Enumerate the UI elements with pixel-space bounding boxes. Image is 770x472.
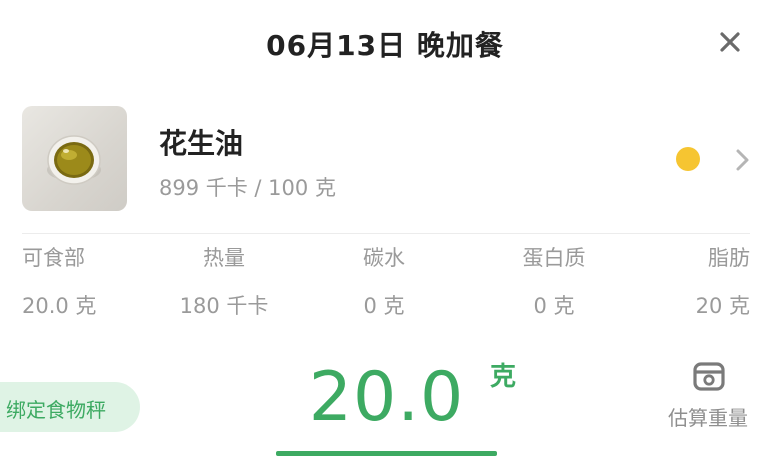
close-icon <box>720 32 740 52</box>
bind-food-scale-button[interactable]: 绑定食物秤 <box>0 382 140 432</box>
status-dot <box>676 147 700 171</box>
estimate-weight-label: 估算重量 <box>668 406 748 430</box>
nutrition-label: 可食部 <box>22 246 85 270</box>
nutrition-value: 20.0 克 <box>22 294 97 318</box>
nutrition-label: 热量 <box>203 246 245 270</box>
nutrition-value: 20 克 <box>695 294 750 318</box>
nutrition-value: 0 克 <box>533 294 575 318</box>
food-thumbnail <box>22 106 127 211</box>
nutrition-carbs: 碳水 0 克 <box>324 242 444 322</box>
nutrition-value: 0 克 <box>363 294 405 318</box>
food-name: 花生油 <box>159 127 244 160</box>
estimate-weight-button[interactable]: 估算重量 <box>652 352 764 436</box>
nutrition-protein: 蛋白质 0 克 <box>494 242 614 322</box>
weight-underline <box>276 451 497 456</box>
divider <box>22 233 750 234</box>
nutrition-value: 180 千卡 <box>179 294 269 318</box>
weight-input[interactable]: 20.0 <box>276 350 497 460</box>
weight-unit: 克 <box>490 362 517 392</box>
food-item-row[interactable]: 花生油 899 千卡 / 100 克 <box>22 106 756 212</box>
scale-icon <box>693 362 725 391</box>
nutrition-label: 碳水 <box>363 246 405 270</box>
weight-value: 20.0 <box>308 358 465 437</box>
nutrition-label: 脂肪 <box>708 246 750 270</box>
food-detail-button[interactable] <box>732 146 752 174</box>
header: 06月13日 晚加餐 <box>0 0 770 90</box>
close-button[interactable] <box>714 26 746 58</box>
food-calories: 899 千卡 / 100 克 <box>159 176 336 200</box>
chevron-right-icon <box>736 149 749 171</box>
nutrition-fat: 脂肪 20 克 <box>630 242 750 322</box>
nutrition-table: 可食部 20.0 克 热量 180 千卡 碳水 0 克 蛋白质 0 克 脂肪 2… <box>22 242 750 322</box>
food-entry-sheet: 06月13日 晚加餐 花生油 899 千卡 / 100 克 可食部 20.0 克… <box>0 0 770 472</box>
bind-food-scale-label: 绑定食物秤 <box>6 398 106 422</box>
nutrition-calories: 热量 180 千卡 <box>164 242 284 322</box>
nutrition-edible: 可食部 20.0 克 <box>22 242 142 322</box>
nutrition-label: 蛋白质 <box>522 246 586 270</box>
page-title: 06月13日 晚加餐 <box>266 29 504 62</box>
